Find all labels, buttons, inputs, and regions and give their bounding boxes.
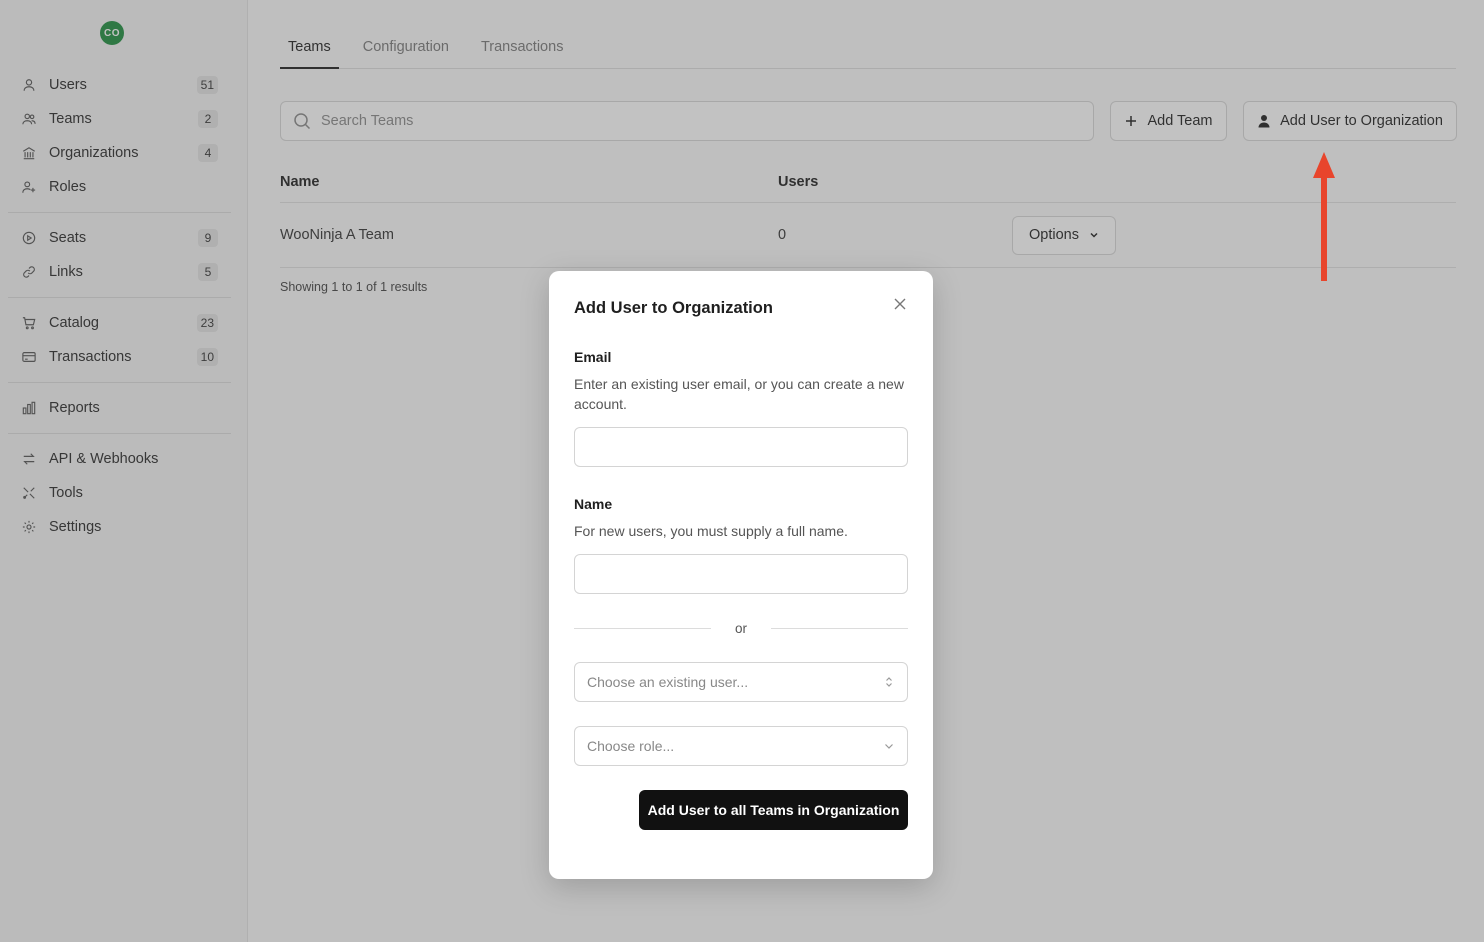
email-field[interactable]	[574, 427, 908, 467]
name-help-text: For new users, you must supply a full na…	[574, 523, 848, 539]
email-label: Email	[574, 349, 612, 365]
existing-user-placeholder: Choose an existing user...	[587, 674, 749, 690]
chevron-up-down-icon	[886, 677, 892, 687]
or-divider: or	[574, 619, 909, 637]
close-icon[interactable]	[892, 296, 908, 312]
existing-user-select[interactable]: Choose an existing user...	[574, 662, 908, 702]
name-label: Name	[574, 496, 613, 512]
add-user-modal: Add User to Organization Email Enter an …	[549, 271, 933, 879]
name-field[interactable]	[574, 554, 908, 594]
role-select[interactable]: Choose role...	[574, 726, 908, 766]
divider	[771, 627, 909, 629]
add-user-to-all-teams-button[interactable]: Add User to all Teams in Organization	[639, 790, 908, 830]
or-text: or	[735, 620, 748, 636]
role-placeholder: Choose role...	[587, 738, 675, 754]
annotation-arrow	[1313, 152, 1335, 281]
modal-title: Add User to Organization	[574, 299, 773, 317]
divider	[574, 627, 711, 629]
chevron-down-icon	[885, 744, 893, 749]
email-help-text: Enter an existing user email, or you can…	[574, 376, 904, 412]
